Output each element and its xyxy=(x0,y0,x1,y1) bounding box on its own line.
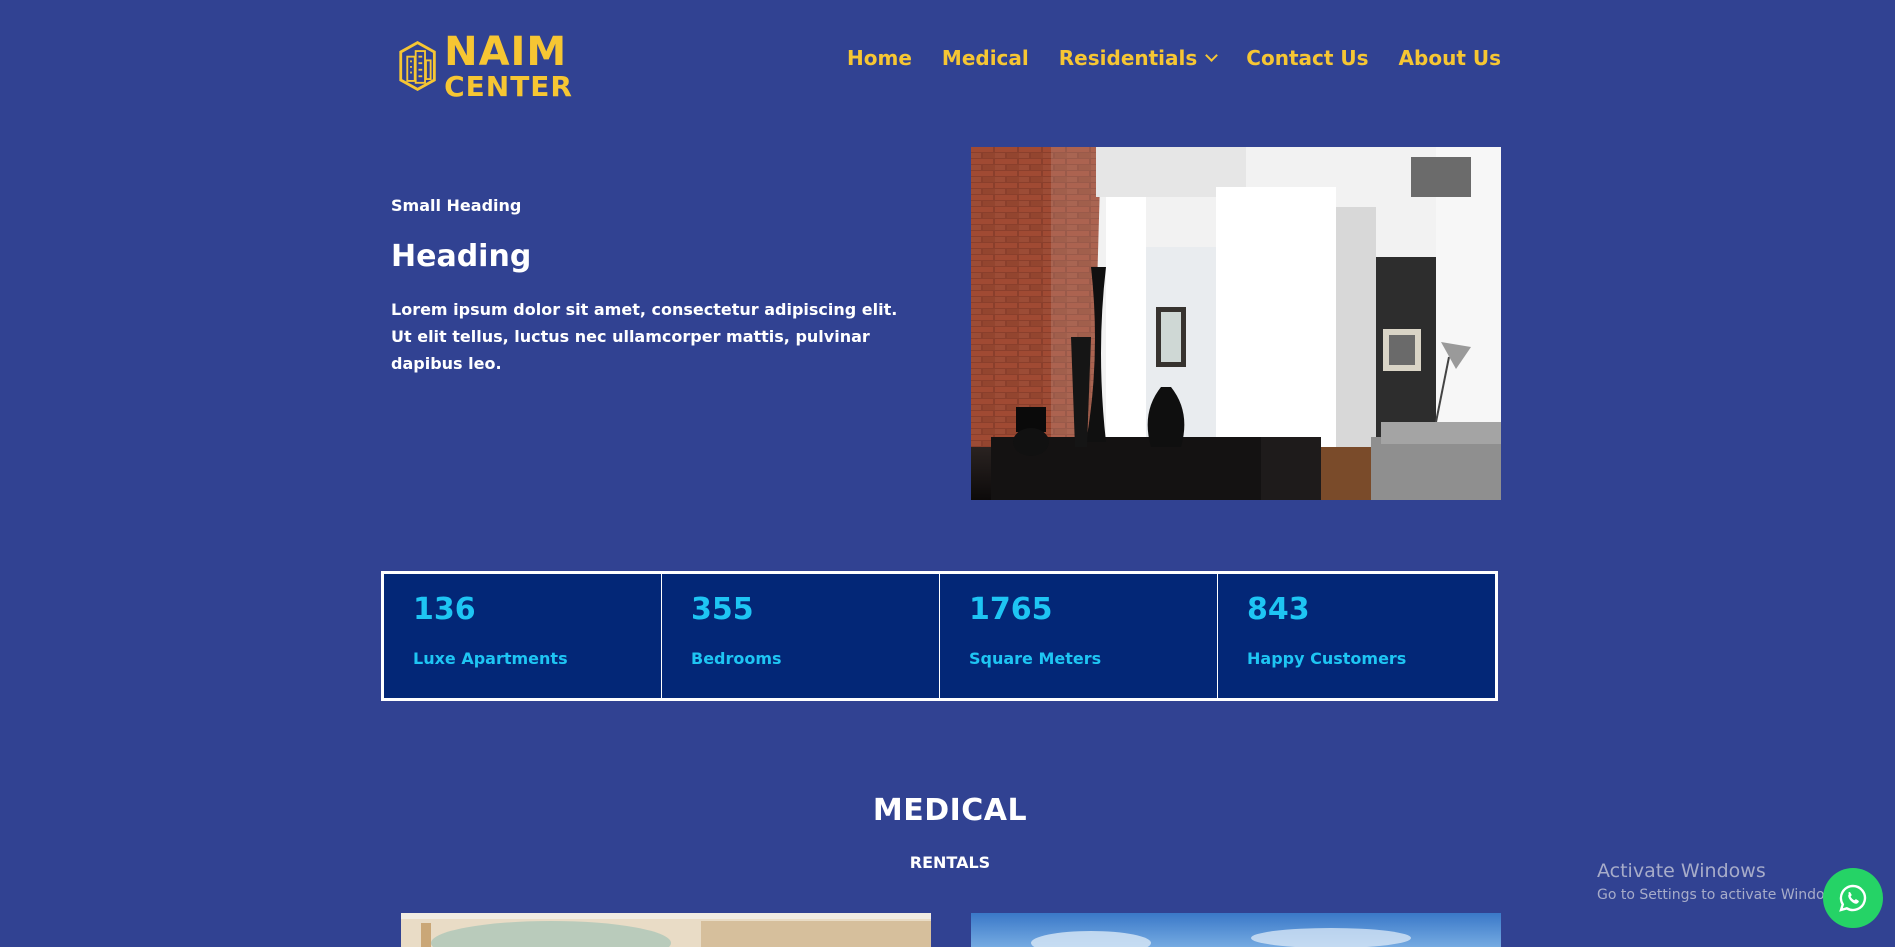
stat-value: 355 xyxy=(691,592,754,627)
windows-activation-watermark: Activate Windows Go to Settings to activ… xyxy=(1597,860,1848,903)
hero-heading: Heading xyxy=(391,239,532,274)
section-title-medical: MEDICAL xyxy=(872,793,1028,828)
building-hexagon-icon xyxy=(399,41,436,91)
medical-card-image-left[interactable] xyxy=(401,913,931,947)
stat-label: Square Meters xyxy=(969,649,1102,668)
watermark-title: Activate Windows xyxy=(1597,860,1766,882)
sky-photo xyxy=(971,913,1501,947)
hero-interior-image xyxy=(971,147,1501,500)
stat-value: 1765 xyxy=(969,592,1053,627)
stat-value: 843 xyxy=(1247,592,1310,627)
watermark-subtitle: Go to Settings to activate Windows. xyxy=(1597,887,1848,903)
hero-text: Small Heading Heading Lorem ipsum dolor … xyxy=(391,196,911,377)
nav-home[interactable]: Home xyxy=(847,46,912,70)
medical-card-image-right[interactable] xyxy=(971,913,1501,947)
stat-value: 136 xyxy=(413,592,476,627)
stat-luxe-apartments: 136 Luxe Apartments xyxy=(384,574,662,698)
whatsapp-icon xyxy=(1839,884,1867,912)
nav-contact-us[interactable]: Contact Us xyxy=(1246,46,1368,70)
logo-line-1: NAIM xyxy=(444,28,568,75)
main-nav: Home Medical Residentials Contact Us Abo… xyxy=(847,46,1501,70)
stat-happy-customers: 843 Happy Customers xyxy=(1218,574,1495,698)
stats-counter-bar: 136 Luxe Apartments 355 Bedrooms 1765 Sq… xyxy=(381,571,1498,701)
stat-label: Happy Customers xyxy=(1247,649,1407,668)
stat-bedrooms: 355 Bedrooms xyxy=(662,574,940,698)
whatsapp-chat-button[interactable] xyxy=(1823,868,1883,928)
stat-square-meters: 1765 Square Meters xyxy=(940,574,1218,698)
site-logo[interactable]: NAIM CENTER xyxy=(397,30,573,102)
nav-medical[interactable]: Medical xyxy=(942,46,1029,70)
chevron-down-icon xyxy=(1205,49,1219,62)
nav-residentials-label: Residentials xyxy=(1058,46,1198,70)
interior-photo xyxy=(971,147,1501,500)
site-header: NAIM CENTER Home Medical Residentials Co… xyxy=(0,0,1895,124)
hero-small-heading: Small Heading xyxy=(391,196,522,215)
logo-wordmark: NAIM CENTER xyxy=(444,32,573,101)
hero-body-text: Lorem ipsum dolor sit amet, consectetur … xyxy=(391,300,898,373)
stat-label: Bedrooms xyxy=(691,649,782,668)
clinic-photo xyxy=(401,913,931,947)
stat-label: Luxe Apartments xyxy=(413,649,568,668)
nav-residentials[interactable]: Residentials xyxy=(1058,46,1219,70)
nav-about-us[interactable]: About Us xyxy=(1399,46,1501,70)
logo-line-2: CENTER xyxy=(444,69,573,103)
